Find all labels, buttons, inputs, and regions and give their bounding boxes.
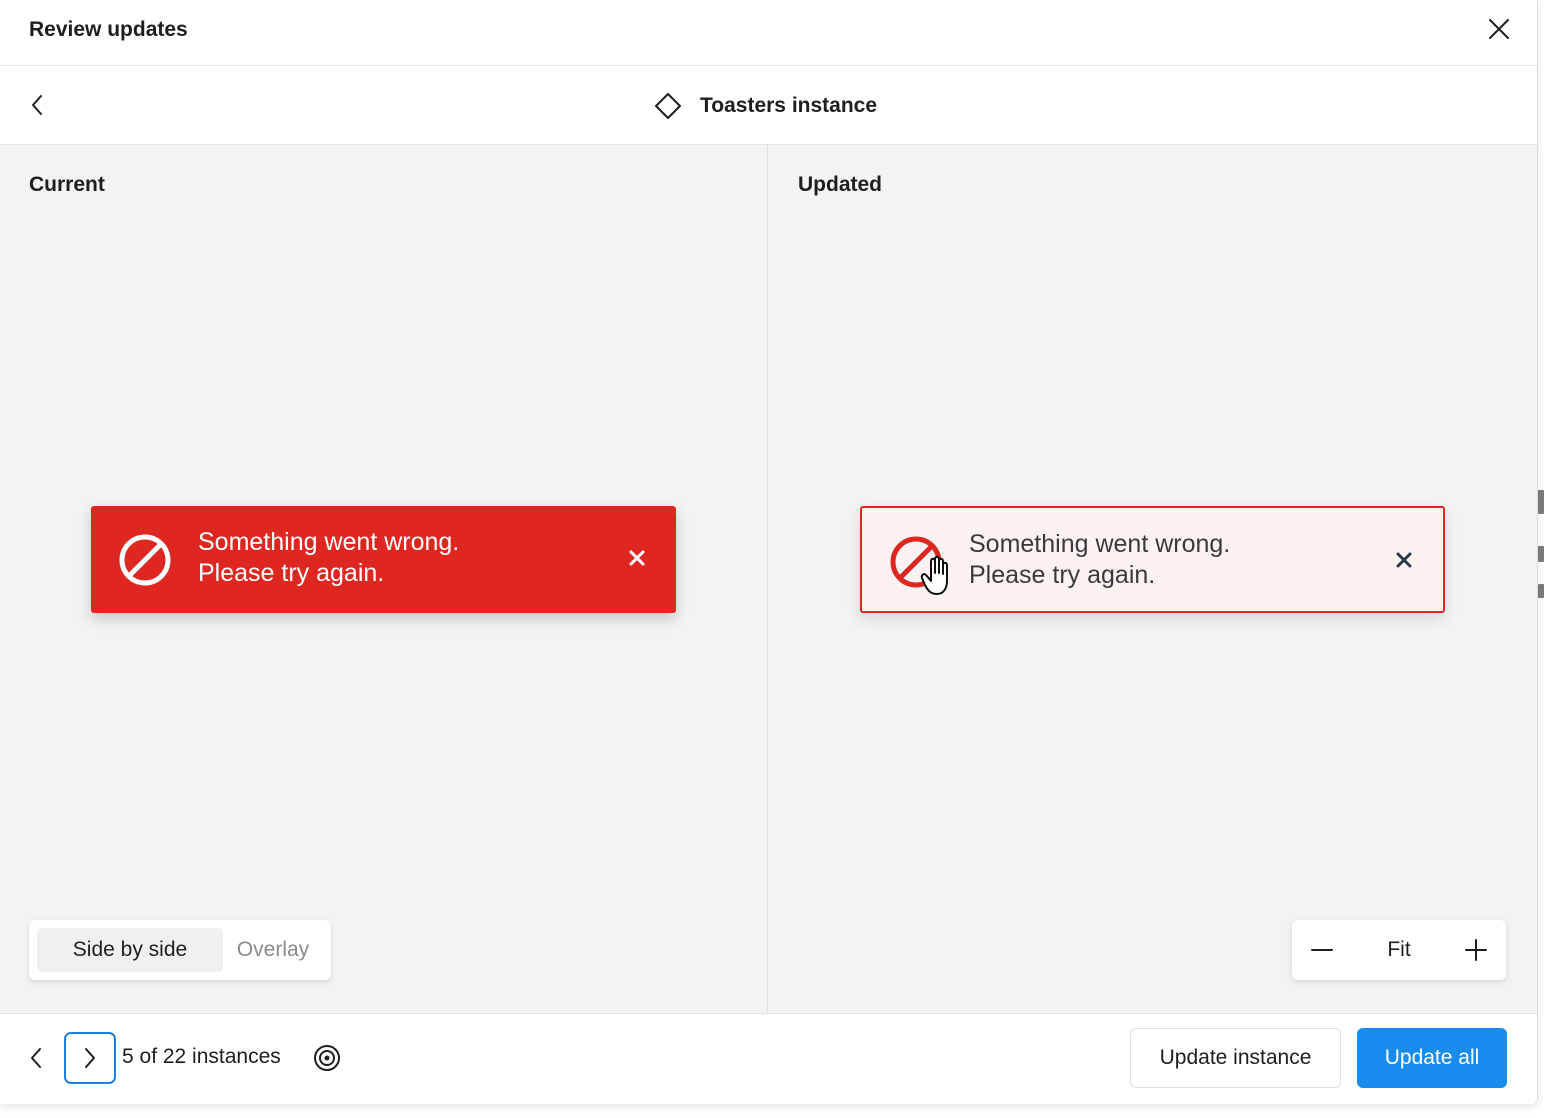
side-by-side-option[interactable]: Side by side: [37, 928, 223, 972]
toast-message: Something went wrong. Please try again.: [969, 529, 1230, 591]
current-toast-preview: Something went wrong. Please try again.: [91, 506, 676, 613]
back-button[interactable]: [24, 92, 50, 118]
chevron-right-icon: [85, 1048, 95, 1068]
comparison-canvas: Current Updated Something went wrong. Pl…: [0, 145, 1537, 1013]
review-updates-dialog: Review updates Toasters instance Current…: [0, 0, 1538, 1104]
instance-count: 5 of 22 instances: [122, 1045, 281, 1068]
hand-cursor-icon: [920, 555, 948, 595]
instance-name: Toasters instance: [700, 94, 878, 117]
view-mode-toggle: Side by side Overlay: [29, 920, 331, 980]
subheader: Toasters instance: [0, 66, 1537, 145]
minus-icon: [1311, 949, 1333, 951]
edge-mark: [1538, 490, 1544, 514]
plus-icon: [1465, 939, 1487, 961]
dialog-title: Review updates: [29, 18, 188, 41]
background-window-edge: [1537, 490, 1544, 610]
x-icon: [1396, 552, 1412, 568]
edge-mark: [1538, 584, 1544, 598]
overlay-option[interactable]: Overlay: [223, 928, 323, 972]
update-all-button[interactable]: Update all: [1357, 1028, 1507, 1088]
instance-title: Toasters instance: [654, 90, 877, 122]
toast-message-line2: Please try again.: [969, 561, 1156, 589]
chevron-left-icon: [31, 1048, 41, 1068]
close-icon: [1489, 19, 1509, 39]
current-pane-label: Current: [29, 173, 105, 196]
updated-pane-label: Updated: [798, 173, 882, 196]
zoom-in-button[interactable]: [1446, 920, 1506, 980]
locate-instance-button[interactable]: [312, 1043, 342, 1073]
prohibited-icon: [119, 534, 171, 586]
next-instance-button[interactable]: [64, 1032, 116, 1084]
chevron-left-icon: [32, 95, 42, 115]
zoom-controls: Fit: [1292, 920, 1506, 980]
edge-mark: [1538, 546, 1544, 562]
previous-instance-button[interactable]: [22, 1044, 50, 1072]
toast-message-line1: Something went wrong.: [198, 528, 460, 556]
update-instance-button[interactable]: Update instance: [1130, 1028, 1341, 1088]
close-button[interactable]: [1484, 14, 1514, 44]
toast-message-line2: Please try again.: [198, 559, 385, 587]
target-icon: [314, 1045, 340, 1071]
x-icon: [629, 550, 645, 566]
footer: 5 of 22 instances Update instance Update…: [0, 1013, 1537, 1104]
zoom-out-button[interactable]: [1292, 920, 1352, 980]
toast-message: Something went wrong. Please try again.: [198, 527, 459, 589]
component-diamond-icon: [655, 93, 681, 119]
title-bar: Review updates: [0, 0, 1537, 66]
toast-message-line1: Something went wrong.: [969, 530, 1231, 558]
pane-divider: [767, 145, 768, 1013]
zoom-fit-button[interactable]: Fit: [1362, 920, 1436, 980]
